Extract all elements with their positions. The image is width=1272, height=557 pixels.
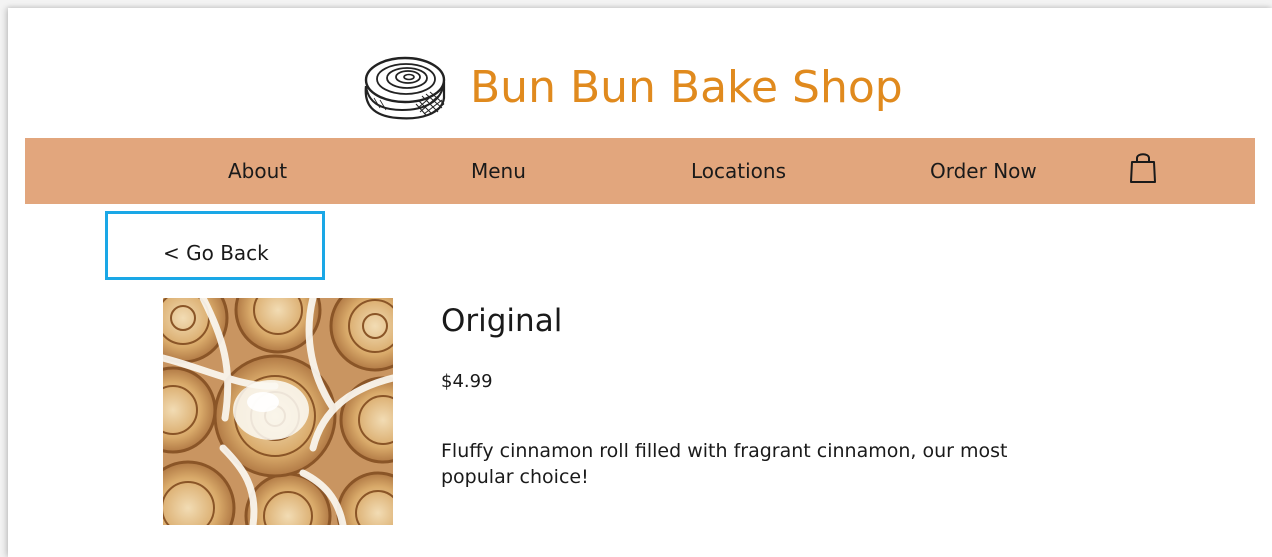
go-back-link[interactable]: < Go Back bbox=[163, 238, 269, 268]
product-name: Original bbox=[441, 303, 563, 339]
nav-item-order-now[interactable]: Order Now bbox=[930, 138, 1037, 204]
nav-item-menu[interactable]: Menu bbox=[471, 138, 526, 204]
brand-name[interactable]: Bun Bun Bake Shop bbox=[470, 58, 903, 118]
product-price: $4.99 bbox=[441, 371, 493, 392]
product-image bbox=[163, 298, 393, 525]
cinnamon-roll-icon[interactable] bbox=[358, 52, 450, 128]
shopping-bag-icon[interactable] bbox=[1128, 150, 1158, 186]
nav-item-about[interactable]: About bbox=[228, 138, 287, 204]
page: Bun Bun Bake Shop About Menu Locations O… bbox=[8, 8, 1272, 557]
main-nav: About Menu Locations Order Now bbox=[25, 138, 1255, 204]
product-description: Fluffy cinnamon roll filled with fragran… bbox=[441, 440, 1008, 488]
site-header: Bun Bun Bake Shop bbox=[8, 8, 1272, 138]
nav-item-locations[interactable]: Locations bbox=[691, 138, 786, 204]
